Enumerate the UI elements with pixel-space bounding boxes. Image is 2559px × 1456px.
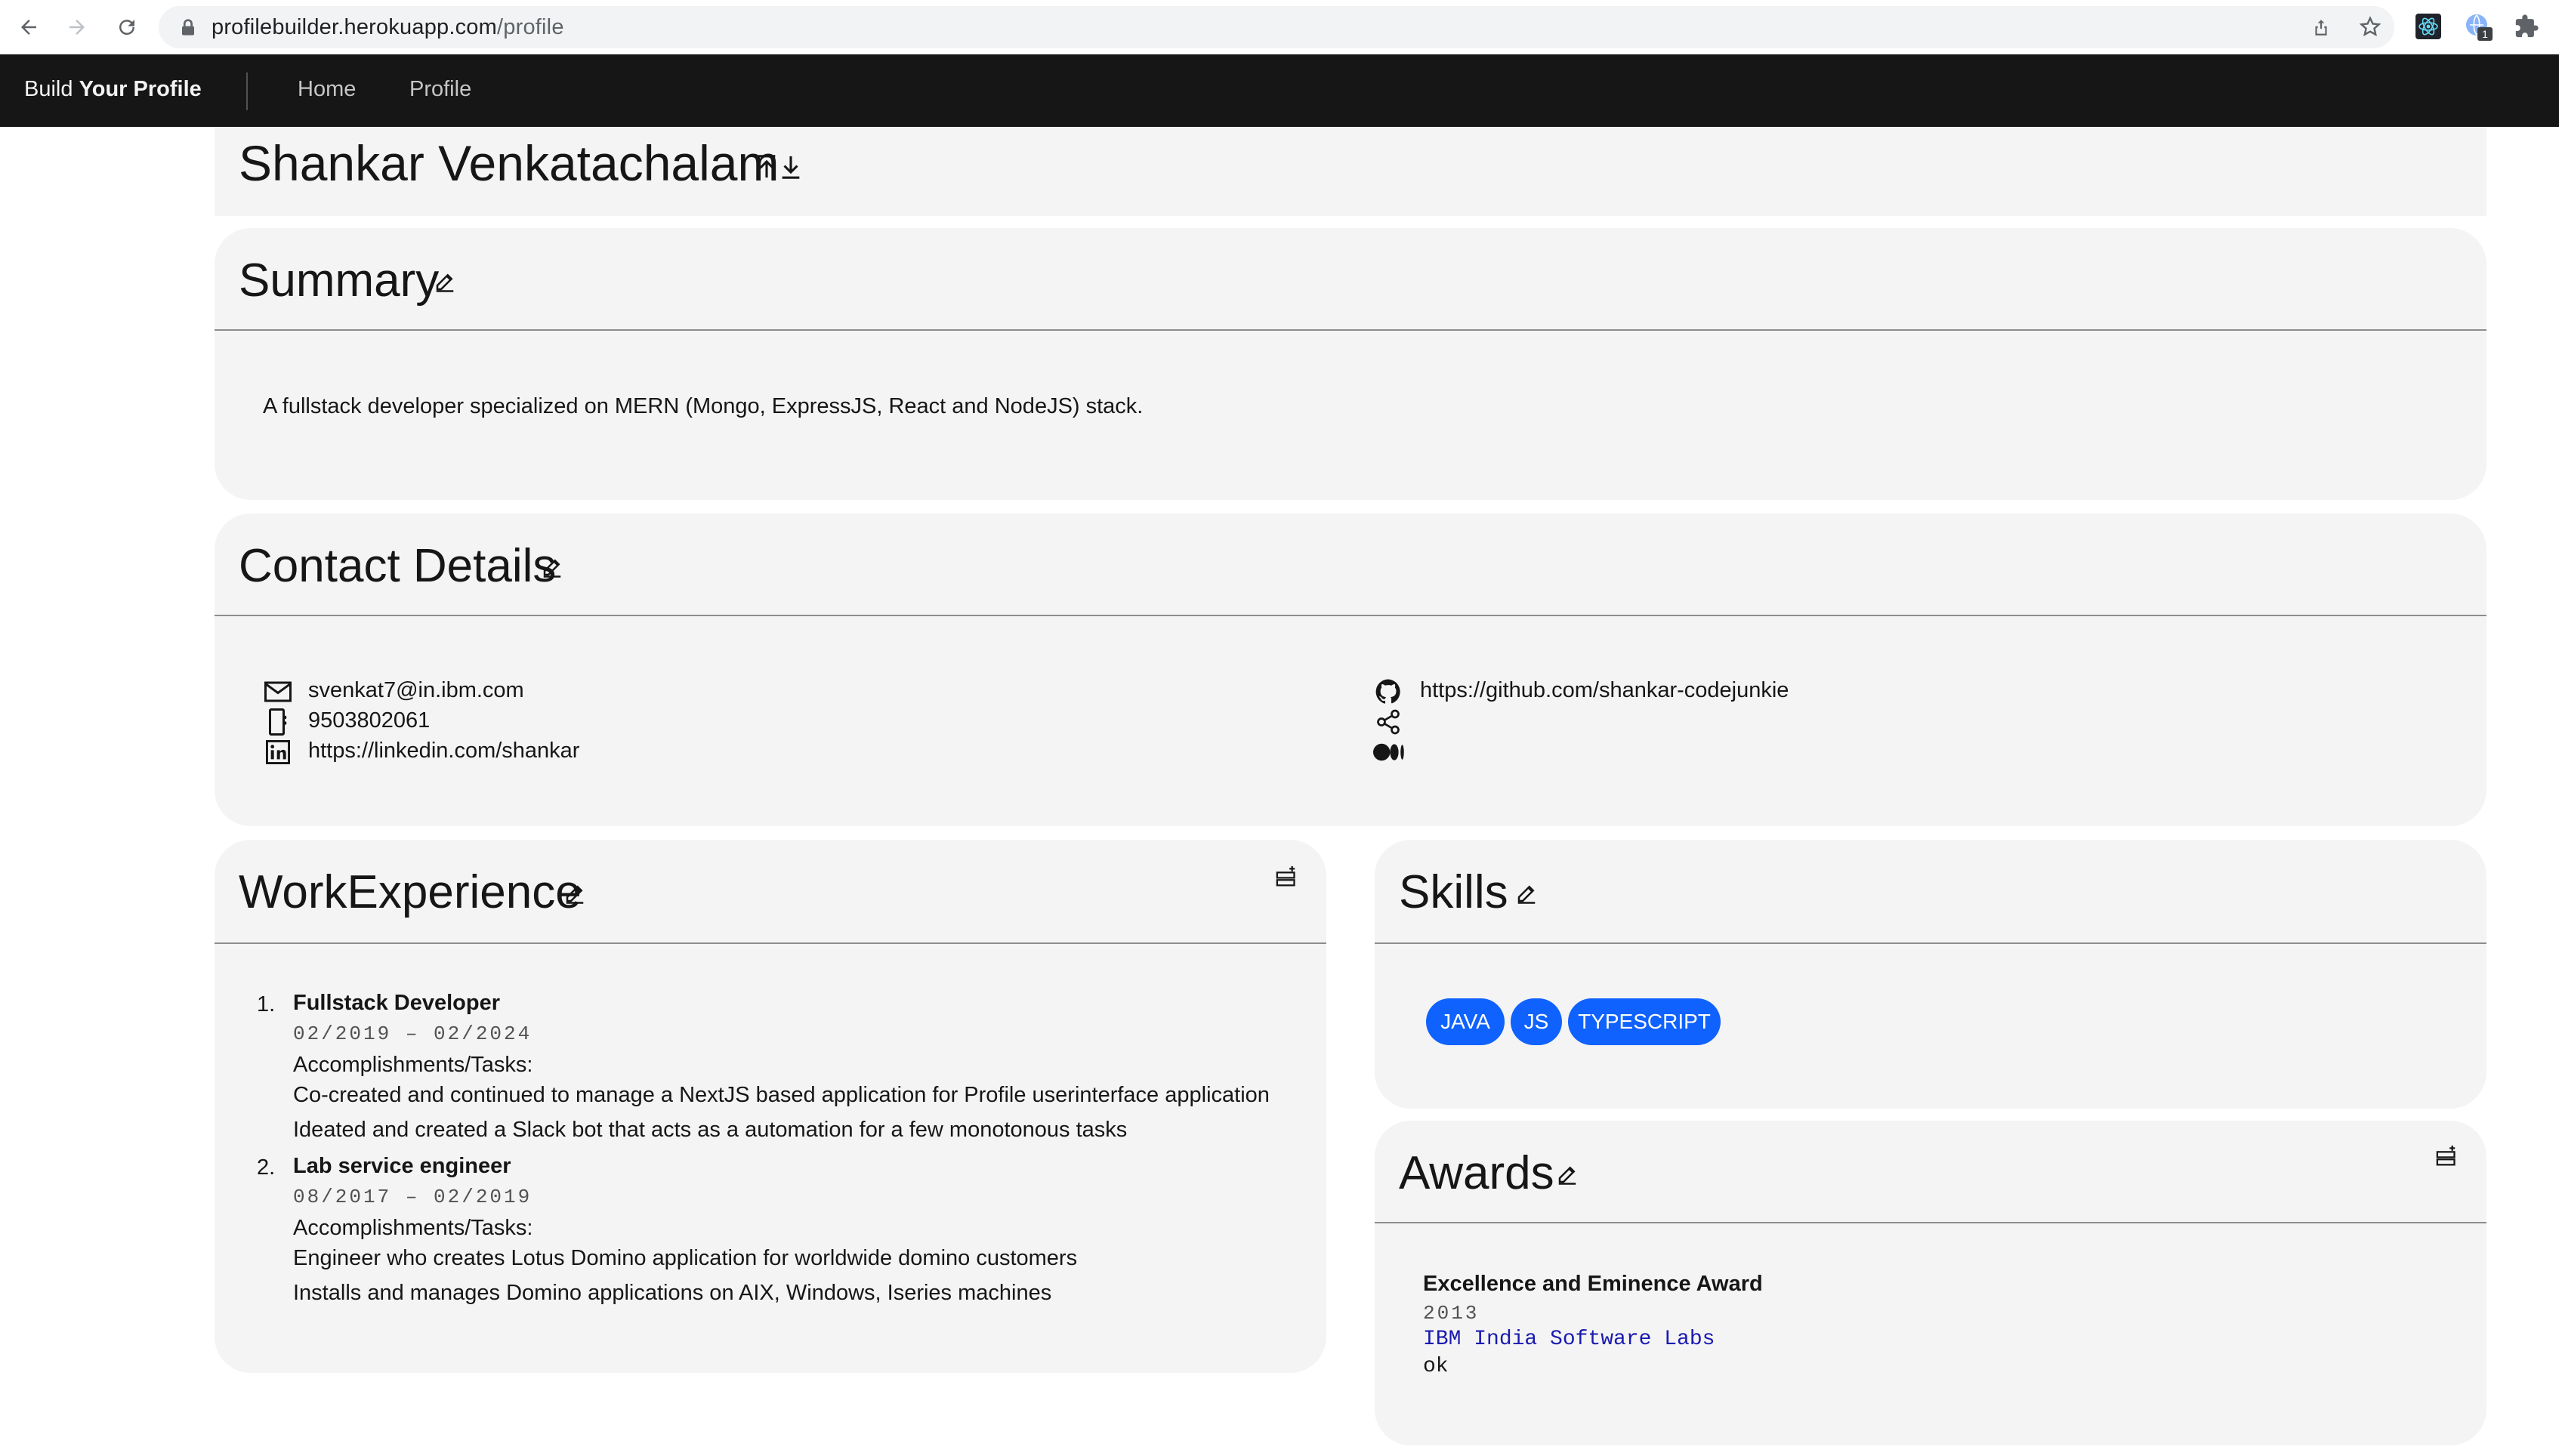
share-icon (1377, 709, 1400, 735)
reload-button[interactable] (109, 9, 145, 45)
skills-title: Skills (1399, 866, 1508, 918)
summary-text: A fullstack developer specialized on MER… (263, 394, 1144, 418)
edit-pencil-icon[interactable] (434, 270, 456, 293)
contact-details-tile: Contact Details svenkat7@in.ibm.com 9503… (215, 514, 2486, 826)
awards-tile: Awards Excellence and Eminence Award 201… (1375, 1121, 2486, 1445)
react-devtools-extension-icon[interactable] (2415, 14, 2441, 39)
medium-icon (1373, 743, 1404, 761)
address-bar[interactable]: profilebuilder.herokuapp.com/profile (159, 6, 2394, 48)
contact-divider (215, 615, 2486, 616)
summary-title: Summary (239, 254, 440, 307)
work-item-task: Installs and manages Domino applications… (293, 1281, 1052, 1305)
extensions-puzzle-icon[interactable] (2514, 14, 2539, 39)
work-item-index: 1. (257, 992, 276, 1016)
forward-arrow-icon (69, 20, 85, 35)
work-item-dates: 02/2019 – 02/2024 (293, 1023, 532, 1045)
translate-extension-icon[interactable]: 1 (2464, 12, 2493, 41)
work-experience-title: WorkExperience (239, 866, 582, 918)
share-page-icon[interactable] (2311, 17, 2331, 38)
bookmark-star-icon[interactable] (2358, 15, 2382, 39)
skill-tag[interactable]: TYPESCRIPT (1568, 998, 1721, 1045)
awards-divider (1375, 1222, 2486, 1223)
work-item-tasks-label: Accomplishments/Tasks: (293, 1216, 533, 1240)
skill-tags: JAVA JS TYPESCRIPT (1426, 998, 2453, 1045)
work-item-task: Co-created and continued to manage a Nex… (293, 1083, 1270, 1107)
download-icon[interactable] (779, 154, 802, 180)
app-header: Build Your Profile Home Profile (0, 54, 2559, 127)
skill-tag[interactable]: JAVA (1426, 998, 1505, 1045)
summary-tile: Summary A fullstack developer specialize… (215, 228, 2486, 500)
work-item-dates: 08/2017 – 02/2019 (293, 1186, 532, 1208)
edit-pencil-icon[interactable] (541, 556, 563, 578)
skills-tile: Skills JAVA JS TYPESCRIPT (1375, 840, 2486, 1109)
browser-toolbar: profilebuilder.herokuapp.com/profile 1 (0, 0, 2559, 54)
profile-name-tile: Shankar Venkatachalam (215, 127, 2486, 216)
add-row-icon[interactable] (1275, 864, 1301, 890)
forward-button[interactable] (59, 9, 95, 45)
edit-pencil-icon[interactable] (1556, 1163, 1579, 1186)
work-item-tasks-label: Accomplishments/Tasks: (293, 1053, 533, 1077)
linkedin-icon (266, 740, 290, 764)
url-text: profilebuilder.herokuapp.com/profile (211, 15, 564, 39)
work-divider (215, 942, 1326, 944)
contact-linkedin[interactable]: https://linkedin.com/shankar (308, 739, 579, 763)
contact-details-title: Contact Details (239, 540, 557, 592)
work-experience-tile: WorkExperience 1. Fullstack Developer 02… (215, 840, 1326, 1373)
nav-link-home[interactable]: Home (298, 77, 356, 102)
header-divider (246, 72, 248, 110)
work-item-index: 2. (257, 1155, 276, 1180)
upload-icon[interactable] (755, 154, 778, 180)
work-item-task: Ideated and created a Slack bot that act… (293, 1118, 1128, 1142)
award-year: 2013 (1423, 1302, 1480, 1325)
github-icon (1375, 679, 1400, 704)
work-item-task: Engineer who creates Lotus Domino applic… (293, 1246, 1078, 1270)
edit-pencil-icon[interactable] (1515, 882, 1538, 905)
skills-divider (1375, 942, 2486, 944)
back-arrow-icon (21, 20, 36, 35)
edit-pencil-icon[interactable] (563, 882, 586, 905)
contact-github[interactable]: https://github.com/shankar-codejunkie (1420, 678, 1789, 703)
profile-name: Shankar Venkatachalam (239, 135, 779, 191)
work-item-role: Lab service engineer (293, 1154, 511, 1178)
awards-title: Awards (1399, 1147, 1554, 1199)
award-note: ok (1423, 1355, 1449, 1378)
contact-email[interactable]: svenkat7@in.ibm.com (308, 678, 524, 703)
nav-link-profile[interactable]: Profile (409, 77, 471, 102)
summary-divider (215, 329, 2486, 331)
email-icon (264, 681, 292, 702)
back-button[interactable] (11, 9, 47, 45)
phone-icon (269, 708, 287, 736)
extension-badge: 1 (2477, 27, 2493, 41)
contact-phone[interactable]: 9503802061 (308, 708, 430, 733)
work-item-role: Fullstack Developer (293, 991, 500, 1015)
reload-icon (119, 20, 135, 35)
brand-name[interactable]: Build Your Profile (24, 77, 202, 102)
award-organization: IBM India Software Labs (1423, 1328, 1715, 1351)
add-row-icon[interactable] (2435, 1143, 2461, 1169)
lock-icon (182, 19, 194, 35)
skill-tag[interactable]: JS (1511, 998, 1562, 1045)
award-name: Excellence and Eminence Award (1423, 1272, 1763, 1296)
